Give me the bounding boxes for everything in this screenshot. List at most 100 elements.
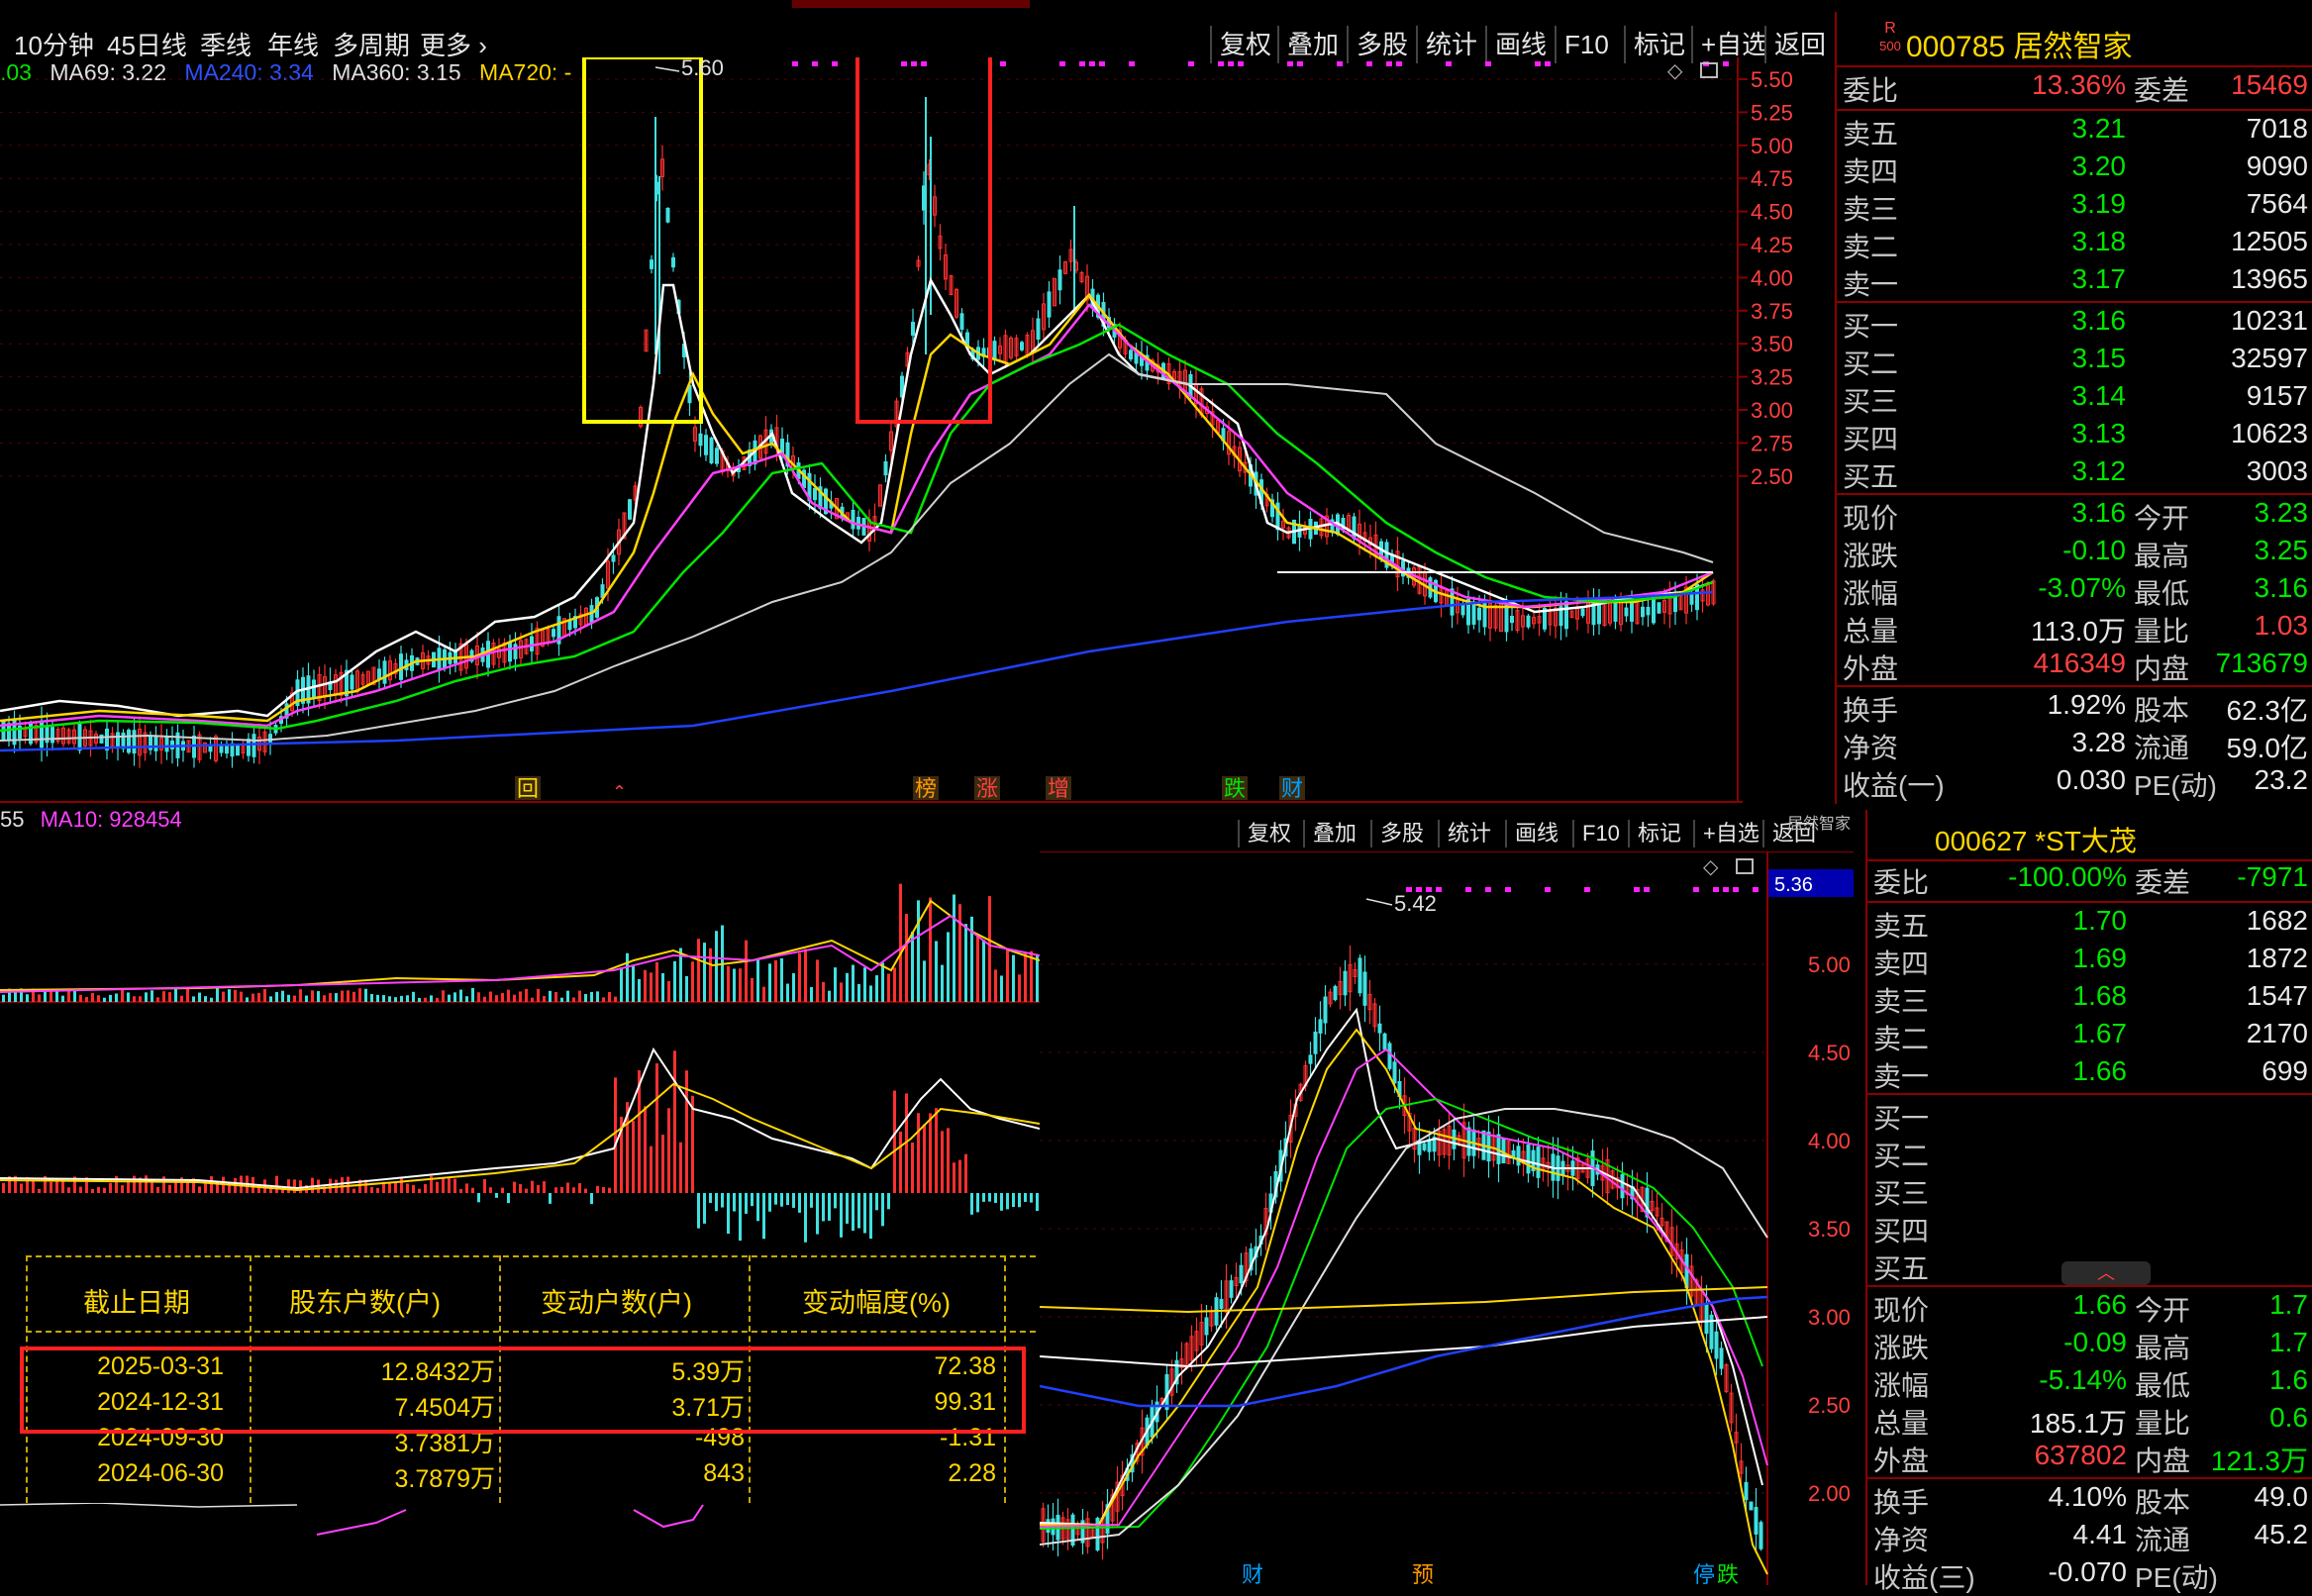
event-dot [1693,887,1699,892]
diamond-icon[interactable]: ◇ [1703,856,1719,878]
stock-header[interactable]: 000627 *ST大茂 [1935,820,2137,859]
stat-value: -3.07% [2038,572,2126,603]
weibi-label: 委比 [1843,75,1899,106]
bid-row-4[interactable]: 买四 3.13 10623 [1837,418,2312,455]
ask-row-5[interactable]: 卖五 3.21 7018 [1837,113,2312,150]
bid-row-3[interactable]: 买三 3.14 9157 [1837,380,2312,418]
ask-row-1[interactable]: 卖一 1.66 699 [1867,1055,2312,1093]
event-dot [1287,61,1293,66]
volume-bar [341,990,344,1002]
macd-bar [852,1193,854,1231]
ask-row-4[interactable]: 卖四 1.69 1872 [1867,943,2312,980]
price-tick-label: 3.50 [1808,1217,1851,1242]
diamond-icon[interactable]: ◇ [1667,60,1683,82]
macd-bar [846,1193,849,1224]
macd-bar [739,1193,742,1242]
bid-row-1[interactable]: 买一 3.16 10231 [1837,305,2312,343]
event-mark[interactable]: 涨 [976,777,998,802]
multi-stock-button[interactable]: 多股 [1370,820,1432,848]
bid-row-2[interactable]: 买二 3.15 32597 [1837,343,2312,380]
main-candlestick-chart[interactable]: 5.50 5.25 5.00 4.75 4.50 4.25 4.00 3.75 3.50 3.25… [0,57,1842,810]
volume-bar [513,994,516,1002]
ask-row-4[interactable]: 卖四 3.20 9090 [1837,150,2312,188]
event-mark[interactable]: 跌 [1224,777,1246,802]
volume-bar [151,990,153,1002]
bid-volume: 10623 [2231,418,2308,449]
indicator-line [0,1502,298,1508]
weibi-label: 委比 [1873,867,1930,898]
ask-row-3[interactable]: 卖三 1.68 1547 [1867,980,2312,1018]
bid-volume: 10231 [2231,305,2308,336]
macd-bar [935,1108,938,1193]
event-mark[interactable]: 财 [1242,1563,1263,1585]
volume-bar [602,997,605,1002]
f10-button[interactable]: F10 [1572,820,1628,848]
statistics-button[interactable]: 统计 [1438,820,1499,848]
bid-row-4[interactable]: 买四 [1867,1210,2312,1247]
bid-row-5[interactable]: 买五 3.12 3003 [1837,455,2312,493]
stat-label: 量比 [2135,1408,2191,1439]
volume-bar [768,963,771,1002]
volume-bar [85,996,88,1002]
collapse-button[interactable]: ︿ [2061,1261,2151,1285]
mark-button[interactable]: 标记 [1628,820,1689,848]
macd-bar [519,1184,522,1193]
ask-row-1[interactable]: 卖一 3.17 13965 [1837,263,2312,301]
event-dot [1644,887,1650,892]
volume-bar [388,996,391,1002]
volume-bar [774,959,777,1002]
ask-label: 卖三 [1873,986,1930,1017]
event-mark[interactable]: 财 [1281,777,1303,802]
bid-label: 买三 [1873,1178,1930,1209]
bid-row-1[interactable]: 买一 [1867,1097,2312,1135]
macd-bar [287,1179,290,1193]
stat-label: 外盘 [1843,653,1899,684]
event-dot [1188,61,1194,66]
second-window-tab[interactable]: 居然智家 [1787,810,1851,834]
window-toggle-icon[interactable] [1736,858,1754,874]
overlay-button[interactable]: 叠加 [1303,820,1364,848]
event-mark[interactable]: 停 [1693,1563,1715,1585]
fuquan-button[interactable]: 复权 [1238,820,1299,848]
bid-price: 3.12 [2071,455,2127,486]
bid-row-2[interactable]: 买二 [1867,1135,2312,1172]
ask-price: 1.69 [2072,943,2128,973]
ask-row-2[interactable]: 卖二 3.18 12505 [1837,226,2312,263]
add-watchlist-button[interactable]: +自选 [1693,820,1767,848]
stat-label: 量比 [2134,616,2190,647]
ask-row-5[interactable]: 卖五 1.70 1682 [1867,905,2312,943]
second-candlestick-chart[interactable]: 5.00 4.50 4.00 3.50 3.00 2.50 2.00 5.42 ◇ 5.36… [1040,851,1854,1585]
macd-bar [632,1121,635,1193]
volume-bar [364,988,367,1002]
macd-bar [1024,1193,1027,1202]
indicator-line [316,1509,407,1536]
bid-row-3[interactable]: 买三 [1867,1172,2312,1210]
stat-value: 62.3亿 [2226,695,2309,726]
bid-price: 3.15 [2071,343,2127,373]
volume-bar [863,967,866,1002]
event-mark[interactable]: 榜 [915,777,937,802]
volume-bar [436,997,439,1002]
event-mark[interactable]: 增 [1048,777,1069,802]
event-mark[interactable]: 预 [1412,1563,1434,1585]
col-header-date: 截止日期 [83,1288,190,1318]
stock-header[interactable]: 000785 居然智家 [1906,22,2132,65]
ask-row-3[interactable]: 卖三 3.19 7564 [1837,188,2312,226]
bid-volume: 9157 [2246,380,2308,411]
volume-bar [881,962,884,1002]
volume-bar [929,897,932,1002]
bid-label: 买二 [1873,1141,1930,1171]
macd-bar [834,1193,837,1209]
volume-bar [525,988,528,1002]
event-dot [1129,61,1135,66]
ask-row-2[interactable]: 卖二 1.67 2170 [1867,1018,2312,1055]
macd-bar [661,1135,664,1193]
event-mark[interactable]: 跌 [1717,1563,1739,1585]
price-tick-label: 4.00 [1808,1129,1851,1153]
volume-bar [941,964,944,1002]
volume-bar [234,989,237,1002]
event-mark[interactable]: 回 [517,777,539,802]
draw-line-button[interactable]: 画线 [1505,820,1566,848]
event-dot [1485,887,1491,892]
volume-bar [905,913,908,1002]
